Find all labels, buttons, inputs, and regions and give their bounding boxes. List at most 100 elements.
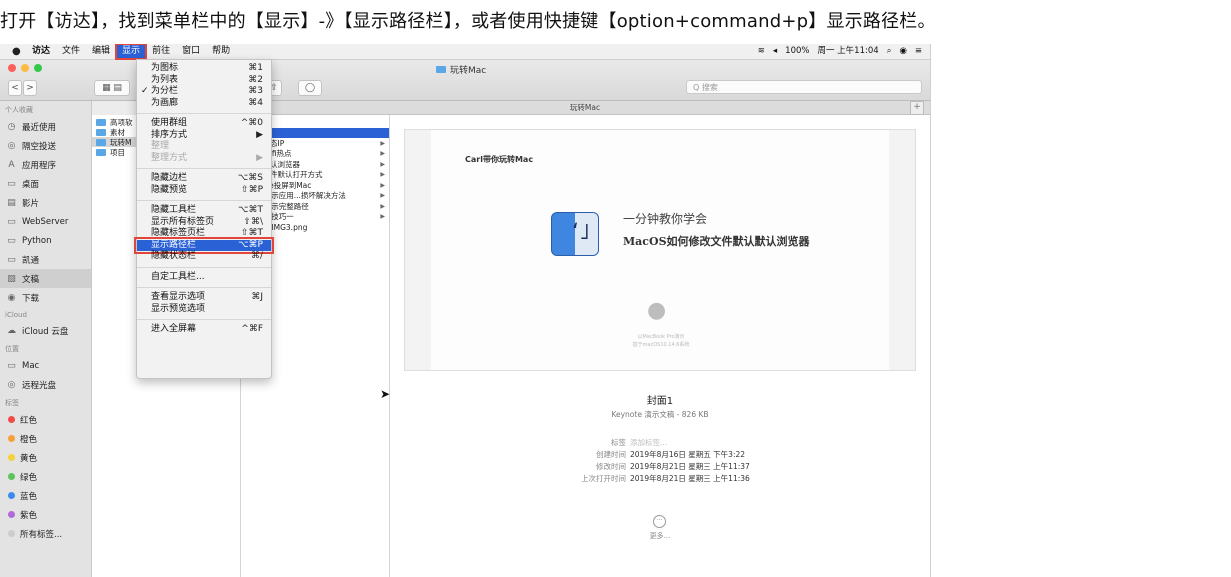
sidebar-item[interactable]: ▤ 影片 bbox=[0, 193, 91, 212]
sidebar-item[interactable]: ▭ 凯通 bbox=[0, 250, 91, 269]
menu-item[interactable]: 隐藏状态栏 ⌘/ bbox=[137, 251, 271, 263]
sidebar-item[interactable]: ☁ iCloud 云盘 bbox=[0, 321, 91, 340]
menu-item[interactable]: 为画廊 ⌘4 bbox=[137, 98, 271, 110]
mac-screenshot: ● 访达 文件 编辑 显示 前往 窗口 帮助 ≋ ◂ 100% 周一 上午11:04 ⌕ ◉… bbox=[0, 44, 931, 577]
notification-center-icon[interactable]: ≡ bbox=[915, 44, 922, 59]
menu-item[interactable]: 隐藏工具栏 ⌥⌘T bbox=[137, 205, 271, 217]
checkmark-icon: ✓ bbox=[141, 86, 149, 96]
menubar-item[interactable]: 显示 bbox=[115, 44, 148, 60]
menu-shortcut: ⌘4 bbox=[248, 97, 263, 108]
apple-menu-icon[interactable]: ● bbox=[12, 44, 26, 59]
menu-shortcut: ⌘/ bbox=[250, 251, 263, 261]
menu-item[interactable]: 隐藏预览 ⇧⌘P bbox=[137, 185, 271, 197]
menu-item[interactable]: 为图标 ⌘1 bbox=[137, 63, 271, 75]
menu-separator bbox=[137, 319, 271, 320]
chevron-right-icon: ▶ bbox=[380, 160, 385, 168]
spotlight-icon[interactable]: ⌕ bbox=[887, 44, 892, 59]
menu-item[interactable]: 隐藏边栏 ⌥⌘S bbox=[137, 173, 271, 185]
sidebar-item[interactable]: ◉ 下载 bbox=[0, 288, 91, 307]
menu-item-label: 隐藏工具栏 bbox=[151, 205, 197, 215]
sidebar-tag[interactable]: 绿色 bbox=[0, 467, 91, 486]
menu-item-show-path-bar[interactable]: 显示路径栏 ⌥⌘P bbox=[134, 236, 274, 254]
sidebar-item[interactable]: ▭ WebServer bbox=[0, 212, 91, 231]
airdrop-icon: ◎ bbox=[7, 140, 16, 151]
menu-shortcut: ⌘1 bbox=[248, 63, 263, 73]
menubar-item[interactable]: 帮助 bbox=[206, 44, 236, 59]
tags-icon[interactable]: ◯ bbox=[298, 80, 322, 96]
sidebar-item[interactable]: ◎ 隔空投送 bbox=[0, 136, 91, 155]
metadata-value: 2019年8月21日 星期三 上午11:37 bbox=[630, 462, 750, 471]
menu-item[interactable]: 隐藏标签页栏 ⇧⌘T bbox=[137, 228, 271, 240]
tag-color-icon bbox=[8, 511, 15, 518]
menu-item[interactable]: 显示预览选项 bbox=[137, 304, 271, 316]
menu-item-label: 使用群组 bbox=[151, 118, 188, 128]
slide-line1: 一分钟教你学会 bbox=[623, 212, 708, 226]
sidebar-item-label: 文稿 bbox=[22, 274, 40, 285]
volume-icon[interactable]: ◂ bbox=[773, 44, 777, 59]
menu-item[interactable]: ✓ 为分栏 ⌘3 bbox=[137, 86, 271, 98]
tag-color-icon bbox=[8, 473, 15, 480]
tag-color-icon bbox=[8, 492, 15, 499]
view-mode-icon[interactable]: ▦ ▤ bbox=[94, 80, 130, 96]
menu-item[interactable]: 为列表 ⌘2 bbox=[137, 75, 271, 87]
zoom-icon[interactable] bbox=[34, 64, 42, 72]
menubar-item[interactable]: 文件 bbox=[56, 44, 86, 59]
menu-item[interactable]: 进入全屏幕 ^⌘F bbox=[137, 324, 271, 336]
clock-label[interactable]: 周一 上午11:04 bbox=[817, 44, 878, 59]
sidebar-tag[interactable]: 蓝色 bbox=[0, 486, 91, 505]
window-title: 玩转Mac bbox=[436, 63, 486, 76]
menu-item[interactable]: 查看显示选项 ⌘J bbox=[137, 292, 271, 304]
sidebar-tag[interactable]: 紫色 bbox=[0, 505, 91, 524]
wifi-icon[interactable]: ≋ bbox=[758, 44, 765, 59]
menubar-item[interactable]: 编辑 bbox=[86, 44, 116, 59]
folder-icon bbox=[96, 138, 106, 146]
file-title: 封面1 bbox=[646, 396, 674, 407]
siri-icon[interactable]: ◉ bbox=[899, 44, 906, 59]
menu-shortcut: ⌘2 bbox=[248, 74, 263, 85]
sidebar-item[interactable]: ▭ Python bbox=[0, 231, 91, 250]
cloud-icon: ☁ bbox=[7, 325, 16, 336]
metadata-value[interactable]: 添加标签... bbox=[630, 437, 667, 449]
menu-item-label: 整理方式 bbox=[151, 152, 188, 163]
more-icon[interactable]: ··· bbox=[653, 515, 666, 528]
downloads-icon: ◉ bbox=[7, 292, 16, 303]
sidebar-item[interactable]: ◎ 远程光盘 bbox=[0, 375, 91, 394]
menu-shortcut: ^⌘F bbox=[241, 324, 263, 334]
sidebar-item[interactable]: A 应用程序 bbox=[0, 155, 91, 174]
minimize-icon[interactable] bbox=[21, 64, 29, 72]
sidebar-item[interactable]: ▭ 桌面 bbox=[0, 174, 91, 193]
sidebar-item[interactable]: ▧ 文稿 bbox=[0, 269, 91, 288]
close-icon[interactable] bbox=[8, 64, 16, 72]
menu-item[interactable]: 显示所有标签页 ⇧⌘\ bbox=[137, 217, 271, 229]
sidebar-item[interactable]: ▭ Mac bbox=[0, 356, 91, 375]
search-input[interactable]: Q 搜索 bbox=[686, 80, 922, 94]
back-button[interactable]: < bbox=[8, 80, 22, 96]
file-metadata: 标签 添加标签... 创建时间 2019年8月16日 星期五 下午3:22 修改时间 20… bbox=[530, 437, 750, 485]
metadata-key: 修改时间 bbox=[596, 462, 626, 471]
finder-logo-icon: ʻ˩ bbox=[551, 212, 599, 256]
sidebar-tag-label: 紫色 bbox=[20, 510, 38, 521]
menu-item-label: 隐藏预览 bbox=[151, 184, 188, 195]
sidebar-item-label: 应用程序 bbox=[22, 160, 57, 171]
menu-separator bbox=[137, 168, 271, 169]
menubar-item[interactable]: 窗口 bbox=[176, 44, 206, 59]
metadata-row: 标签 添加标签... bbox=[530, 437, 750, 449]
more-link[interactable]: 更多... bbox=[390, 531, 930, 541]
tag-color-icon bbox=[8, 530, 15, 537]
menu-item[interactable]: 自定工具栏... bbox=[137, 272, 271, 284]
sidebar-tag[interactable]: 红色 bbox=[0, 410, 91, 429]
sidebar-item-label: 远程光盘 bbox=[22, 380, 57, 391]
menu-item[interactable]: 使用群组 ^⌘0 bbox=[137, 118, 271, 130]
sidebar-tag[interactable]: 橙色 bbox=[0, 429, 91, 448]
menubar-item[interactable]: 访达 bbox=[26, 44, 56, 59]
sidebar-tag[interactable]: 所有标签... bbox=[0, 524, 91, 543]
forward-button[interactable]: > bbox=[23, 80, 37, 96]
sidebar-tag[interactable]: 黄色 bbox=[0, 448, 91, 467]
new-tab-button[interactable]: + bbox=[910, 101, 924, 115]
sidebar-item-label: 影片 bbox=[22, 198, 40, 209]
sidebar-item[interactable]: ◷ 最近使用 bbox=[0, 117, 91, 136]
battery-label[interactable]: 100% bbox=[785, 44, 809, 59]
menubar-item[interactable]: 前往 bbox=[146, 44, 176, 59]
menu-separator bbox=[137, 200, 271, 201]
menu-item[interactable]: 排序方式 ▶ bbox=[137, 130, 271, 142]
